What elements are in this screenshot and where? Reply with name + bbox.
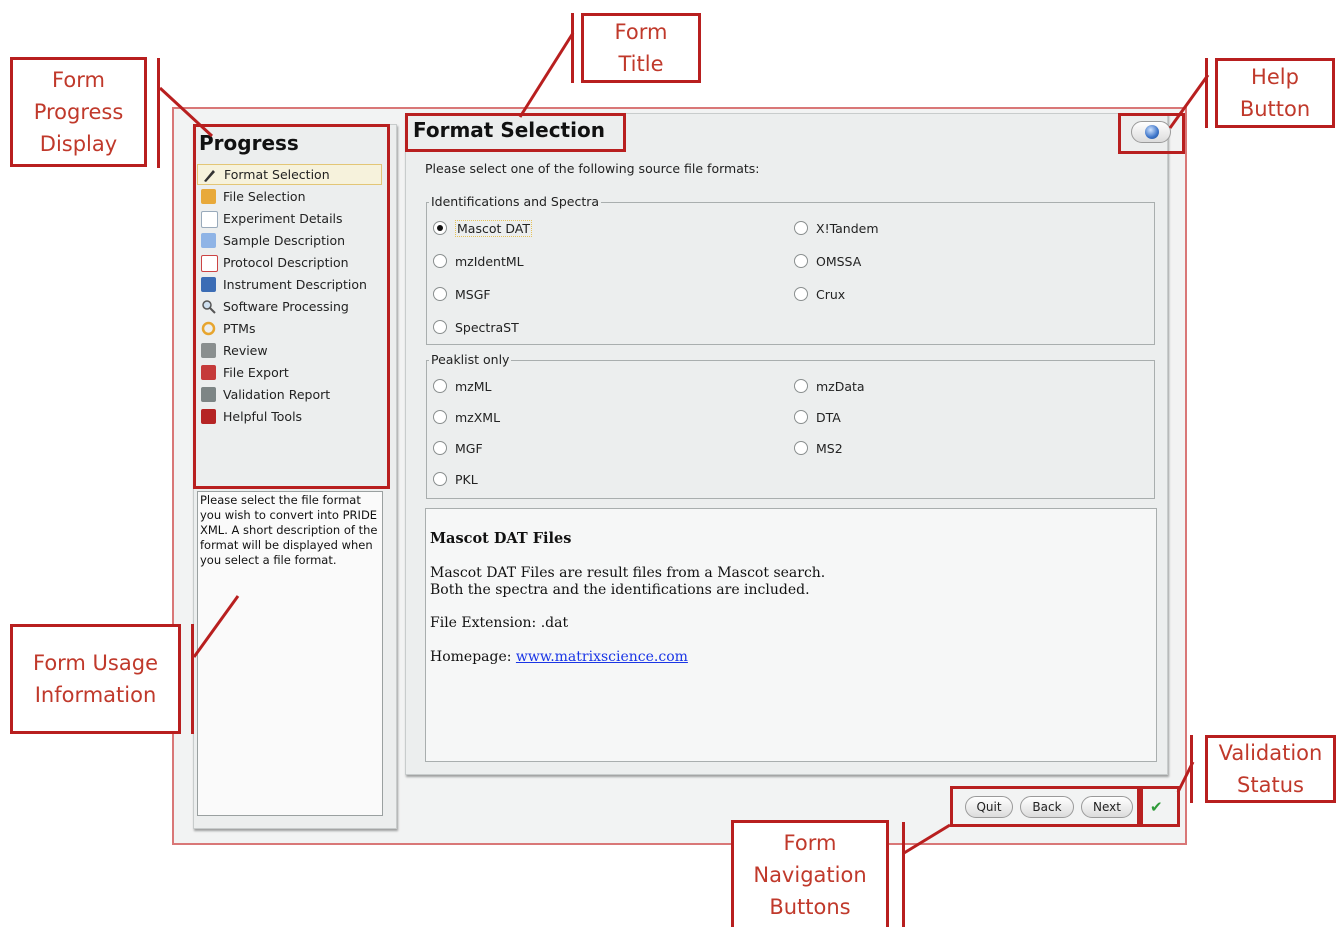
radio-indicator bbox=[794, 254, 808, 268]
radio-mascot-dat[interactable]: Mascot DAT bbox=[433, 219, 532, 237]
highlight-navigation-buttons bbox=[950, 786, 1140, 827]
homepage-label: Homepage: bbox=[430, 649, 516, 665]
instruction-text: Please select one of the following sourc… bbox=[425, 161, 760, 176]
usage-information: Please select the file format you wish t… bbox=[197, 491, 383, 816]
highlight-progress-display bbox=[193, 124, 390, 489]
radio-mgf[interactable]: MGF bbox=[433, 439, 483, 457]
highlight-validation-status bbox=[1140, 786, 1180, 827]
radio-label: mzXML bbox=[455, 409, 501, 425]
radio-crux[interactable]: Crux bbox=[794, 285, 845, 303]
callout-bar bbox=[157, 58, 160, 168]
radio-mzml[interactable]: mzML bbox=[433, 377, 492, 395]
radio-indicator bbox=[433, 379, 447, 393]
radio-label: mzML bbox=[455, 378, 492, 394]
radio-indicator bbox=[433, 320, 447, 334]
callout-form-usage-information: Form Usage Information bbox=[10, 624, 181, 734]
radio-label: X!Tandem bbox=[816, 220, 879, 236]
radio-label: mzData bbox=[816, 378, 865, 394]
radio-label: mzIdentML bbox=[455, 253, 524, 269]
radio-omssa[interactable]: OMSSA bbox=[794, 252, 861, 270]
radio-mzdata[interactable]: mzData bbox=[794, 377, 865, 395]
identifications-group bbox=[426, 202, 1155, 345]
radio-label: Mascot DAT bbox=[455, 219, 532, 237]
callout-bar bbox=[1190, 735, 1193, 803]
homepage-line: Homepage: www.matrixscience.com bbox=[430, 649, 688, 665]
radio-pkl[interactable]: PKL bbox=[433, 470, 478, 488]
description-line-2: Both the spectra and the identifications… bbox=[430, 582, 810, 598]
radio-dta[interactable]: DTA bbox=[794, 408, 841, 426]
callout-form-title: Form Title bbox=[581, 13, 701, 83]
description-line-1: Mascot DAT Files are result files from a… bbox=[430, 565, 826, 581]
callout-validation-status: Validation Status bbox=[1205, 735, 1336, 803]
radio-ms2[interactable]: MS2 bbox=[794, 439, 843, 457]
callout-form-navigation-buttons: Form Navigation Buttons bbox=[731, 820, 889, 927]
callout-help-button: Help Button bbox=[1215, 58, 1335, 128]
radio-indicator bbox=[433, 472, 447, 486]
radio-indicator bbox=[794, 441, 808, 455]
radio-label: SpectraST bbox=[455, 319, 519, 335]
homepage-link[interactable]: www.matrixscience.com bbox=[516, 649, 688, 665]
file-extension-text: File Extension: .dat bbox=[430, 615, 569, 631]
radio-label: MS2 bbox=[816, 440, 843, 456]
radio-indicator bbox=[794, 410, 808, 424]
peaklist-group-label: Peaklist only bbox=[429, 352, 512, 367]
radio-spectrast[interactable]: SpectraST bbox=[433, 318, 519, 336]
radio-mzxml[interactable]: mzXML bbox=[433, 408, 500, 426]
callout-bar bbox=[191, 624, 194, 734]
radio-indicator bbox=[794, 379, 808, 393]
radio-msgf[interactable]: MSGF bbox=[433, 285, 491, 303]
highlight-form-title bbox=[405, 113, 626, 152]
radio-indicator bbox=[794, 221, 808, 235]
radio-label: Crux bbox=[816, 286, 846, 302]
highlight-help-button bbox=[1118, 113, 1185, 154]
callout-bar bbox=[1205, 58, 1208, 128]
radio-mzidentml[interactable]: mzIdentML bbox=[433, 252, 524, 270]
radio-indicator bbox=[433, 441, 447, 455]
callout-bar bbox=[902, 822, 905, 927]
radio-label: DTA bbox=[816, 409, 841, 425]
radio-indicator bbox=[433, 254, 447, 268]
identifications-group-label: Identifications and Spectra bbox=[429, 194, 602, 209]
radio-xtandem[interactable]: X!Tandem bbox=[794, 219, 879, 237]
radio-label: PKL bbox=[455, 471, 478, 487]
description-title: Mascot DAT Files bbox=[430, 530, 572, 547]
callout-form-progress-display: Form Progress Display bbox=[10, 57, 147, 167]
peaklist-group bbox=[426, 360, 1155, 499]
callout-bar bbox=[571, 13, 574, 83]
radio-indicator bbox=[794, 287, 808, 301]
radio-indicator bbox=[433, 410, 447, 424]
radio-label: OMSSA bbox=[816, 253, 862, 269]
radio-indicator bbox=[433, 287, 447, 301]
radio-label: MGF bbox=[455, 440, 483, 456]
radio-label: MSGF bbox=[455, 286, 491, 302]
radio-selected-indicator bbox=[433, 221, 447, 235]
format-description: Mascot DAT Files Mascot DAT Files are re… bbox=[425, 508, 1157, 762]
